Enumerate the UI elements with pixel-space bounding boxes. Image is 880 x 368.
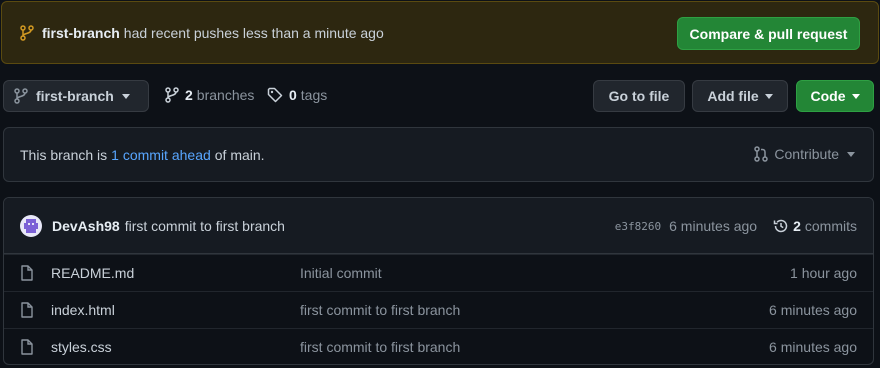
commit-meta: e3f8260 6 minutes ago 2 commits [615,198,857,254]
caret-down-icon [851,93,860,99]
file-name[interactable]: README.md [51,265,134,281]
caret-down-icon [121,93,130,99]
tags-label: tags [300,87,328,103]
code-button[interactable]: Code [796,80,874,112]
banner-message: had recent pushes less than a minute ago [123,24,384,41]
commit-sha[interactable]: e3f8260 [615,220,661,233]
commits-label: commits [804,218,857,234]
commit-author[interactable]: DevAsh98 [52,218,120,234]
file-commit-message[interactable]: first commit to first branch [300,302,460,318]
add-file-button[interactable]: Add file [692,80,788,112]
recent-push-banner: first-branch had recent pushes less than… [1,1,879,64]
commits-count: 2 [793,218,801,234]
file-list: DevAsh98 first commit to first branch e3… [3,197,874,365]
file-time: 6 minutes ago [769,339,857,355]
file-name[interactable]: styles.css [51,339,112,355]
branch-select-button[interactable]: first-branch [3,80,149,112]
caret-down-icon [764,93,773,99]
file-icon [20,302,34,318]
ahead-prefix: This branch is [20,146,108,163]
file-commit-message[interactable]: first commit to first branch [300,339,460,355]
tag-icon [267,87,283,103]
branch-comparison-box: This branch is 1 commit ahead of main. C… [3,127,874,182]
file-row[interactable]: README.md Initial commit 1 hour ago [4,254,873,291]
branches-count: 2 [185,87,193,103]
branch-select-label: first-branch [36,88,114,104]
git-branch-icon [14,88,28,104]
file-commit-message[interactable]: Initial commit [300,265,382,281]
add-file-label: Add file [707,88,759,104]
contribute-label: Contribute [774,146,839,162]
avatar[interactable] [20,214,42,237]
banner-branch-name[interactable]: first-branch [42,25,120,41]
commits-history-link[interactable]: 2 commits [773,218,857,234]
file-row[interactable]: index.html first commit to first branch … [4,291,873,328]
branches-link[interactable]: 2 branches [165,87,254,103]
git-branch-icon [20,24,34,41]
commits-ahead-link[interactable]: 1 commit ahead [111,147,211,163]
latest-commit-bar: DevAsh98 first commit to first branch e3… [4,198,873,254]
contribute-dropdown[interactable]: Contribute [754,146,855,162]
pull-request-icon [754,146,769,162]
file-time: 6 minutes ago [769,302,857,318]
history-icon [773,218,789,234]
git-branch-icon [165,87,179,103]
caret-down-icon [847,151,855,157]
file-icon [20,265,34,281]
tags-count: 0 [289,87,297,103]
ahead-suffix: of main. [214,146,265,163]
branches-label: branches [196,87,255,103]
file-icon [20,339,34,355]
compare-pull-request-button[interactable]: Compare & pull request [677,17,860,50]
file-row[interactable]: styles.css first commit to first branch … [4,328,873,364]
commit-time: 6 minutes ago [669,218,758,234]
commit-message[interactable]: first commit to first branch [125,218,285,234]
code-label: Code [810,88,846,104]
tags-link[interactable]: 0 tags [267,87,327,103]
file-time: 1 hour ago [790,265,857,281]
go-to-file-button[interactable]: Go to file [593,80,685,112]
file-name[interactable]: index.html [51,302,115,318]
